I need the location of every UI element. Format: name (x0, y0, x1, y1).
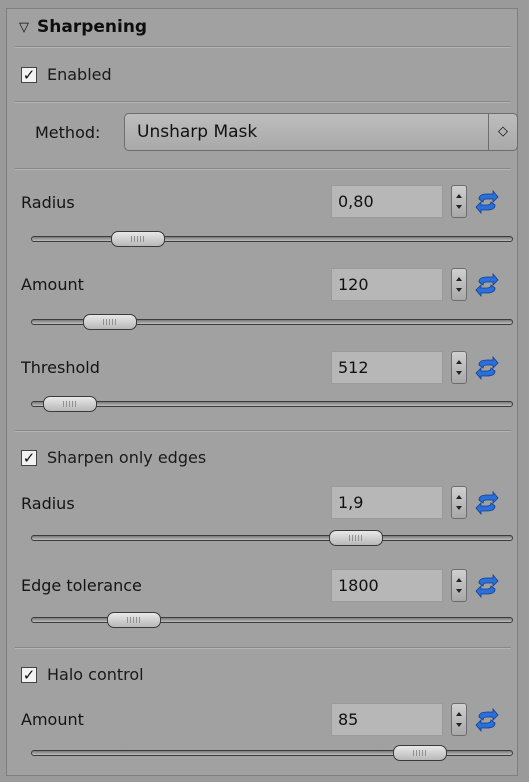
amount-spinner[interactable] (451, 268, 467, 301)
threshold-reset-icon[interactable] (475, 356, 499, 380)
divider (15, 647, 511, 649)
amount-label: Amount (21, 275, 84, 294)
halo-amount-slider-thumb[interactable] (393, 745, 447, 761)
divider (15, 101, 511, 103)
edge-radius-input[interactable]: 1,9 (331, 486, 443, 519)
radius-input[interactable]: 0,80 (331, 185, 443, 218)
method-value: Unsharp Mask (137, 122, 258, 142)
select-arrows-icon[interactable]: ◇ (488, 114, 517, 150)
divider (15, 46, 511, 48)
collapse-triangle-icon[interactable]: ▽ (19, 20, 29, 35)
section-title: Sharpening (37, 17, 148, 37)
halo-checkbox[interactable]: ✓ (21, 666, 37, 683)
threshold-label: Threshold (21, 358, 100, 377)
sharpen-edges-checkbox[interactable]: ✓ (21, 449, 37, 466)
halo-label: Halo control (47, 665, 144, 684)
sharpening-panel: ▽ Sharpening ✓ Enabled Method: Unsharp M… (6, 8, 518, 776)
amount-slider-thumb[interactable] (83, 314, 137, 330)
divider (15, 168, 511, 170)
halo-amount-reset-icon[interactable] (475, 708, 499, 732)
threshold-input[interactable]: 512 (331, 351, 443, 384)
sharpen-edges-checkbox-row[interactable]: ✓ Sharpen only edges (21, 448, 206, 467)
radius-label: Radius (21, 193, 75, 212)
divider (15, 430, 511, 432)
edge-tolerance-slider-thumb[interactable] (107, 612, 161, 628)
method-label: Method: (35, 123, 101, 142)
radius-slider-track[interactable] (31, 236, 513, 242)
sharpen-edges-label: Sharpen only edges (47, 448, 207, 467)
radius-reset-icon[interactable] (475, 190, 499, 214)
halo-amount-label: Amount (21, 710, 84, 729)
amount-reset-icon[interactable] (475, 273, 499, 297)
section-header[interactable]: ▽ Sharpening (7, 9, 517, 45)
edge-tolerance-reset-icon[interactable] (475, 574, 499, 598)
radius-spinner[interactable] (451, 185, 467, 218)
edge-tolerance-spinner[interactable] (451, 569, 467, 602)
enabled-checkbox[interactable]: ✓ (21, 66, 37, 83)
edge-radius-slider-thumb[interactable] (329, 530, 383, 546)
edge-tolerance-input[interactable]: 1800 (331, 569, 443, 602)
edge-radius-label: Radius (21, 494, 75, 513)
edge-radius-reset-icon[interactable] (475, 491, 499, 515)
method-select[interactable]: Unsharp Mask ◇ (124, 113, 518, 151)
edge-radius-slider-track[interactable] (31, 535, 513, 541)
threshold-slider-track[interactable] (31, 401, 513, 407)
edge-tolerance-slider-track[interactable] (31, 617, 513, 623)
radius-slider-thumb[interactable] (111, 231, 165, 247)
halo-amount-spinner[interactable] (451, 703, 467, 736)
threshold-spinner[interactable] (451, 351, 467, 384)
amount-input[interactable]: 120 (331, 268, 443, 301)
halo-checkbox-row[interactable]: ✓ Halo control (21, 665, 144, 684)
edge-radius-spinner[interactable] (451, 486, 467, 519)
enabled-label: Enabled (47, 65, 112, 84)
edge-tolerance-label: Edge tolerance (21, 576, 142, 595)
method-row: Method: Unsharp Mask ◇ (7, 113, 518, 153)
threshold-slider-thumb[interactable] (43, 396, 97, 412)
halo-amount-input[interactable]: 85 (331, 703, 443, 736)
enabled-checkbox-row[interactable]: ✓ Enabled (21, 65, 112, 84)
